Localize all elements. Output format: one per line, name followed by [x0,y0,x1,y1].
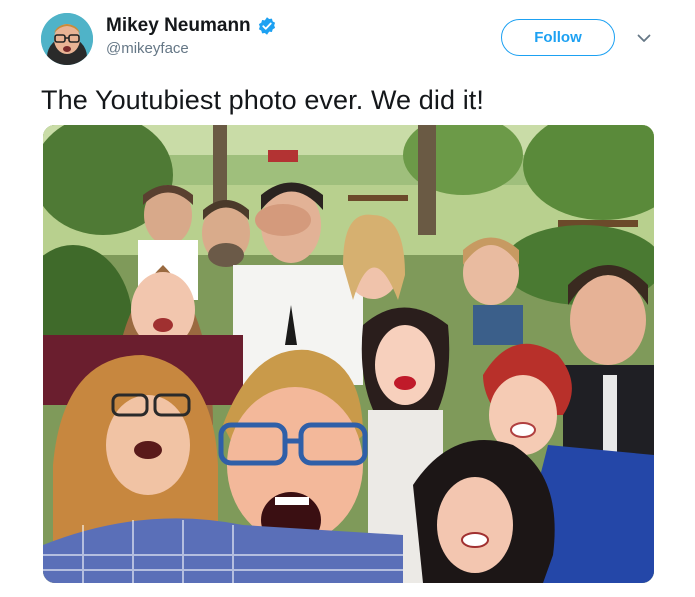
user-handle[interactable]: @mikeyface [106,40,277,57]
follow-button[interactable]: Follow [501,19,615,56]
avatar-photo-icon [41,13,93,65]
group-selfie-photo-icon [43,125,654,583]
name-row: Mikey Neumann [106,14,277,38]
tweet-text: The Youtubiest photo ever. We did it! [41,85,485,115]
display-name[interactable]: Mikey Neumann [106,14,251,38]
avatar[interactable] [41,13,93,65]
tweet-photo[interactable] [43,125,654,583]
author-block[interactable]: Mikey Neumann @mikeyface [106,14,277,57]
verified-badge-icon [257,16,277,36]
chevron-down-icon[interactable] [634,28,654,48]
tweet-card: Mikey Neumann @mikeyface Follow The Yout… [0,0,695,597]
